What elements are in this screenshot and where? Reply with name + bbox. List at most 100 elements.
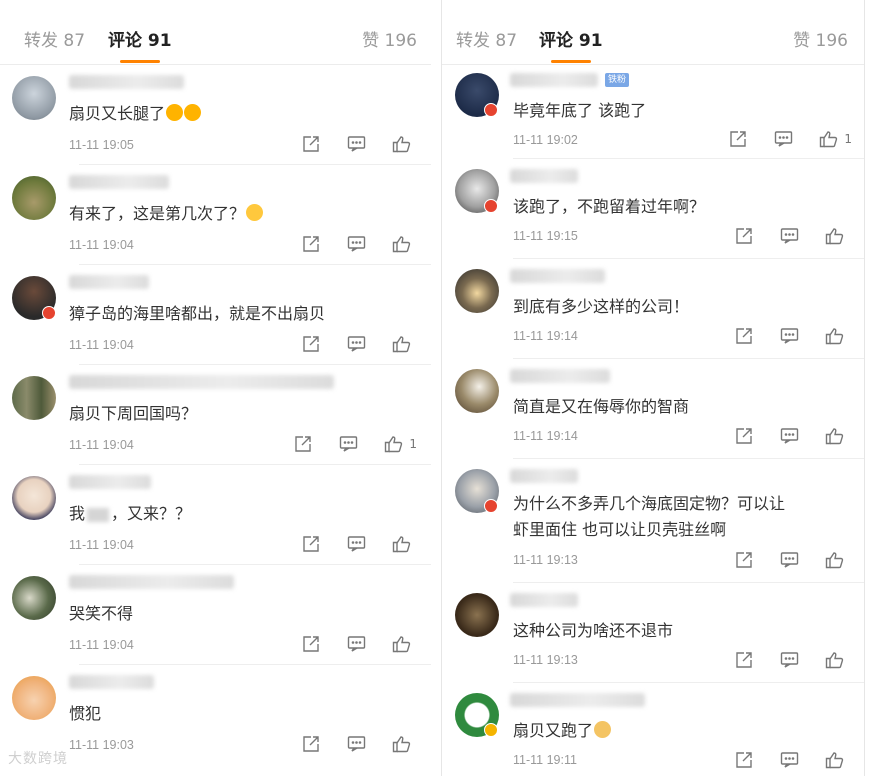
like-button[interactable] [390,733,417,755]
avatar[interactable] [12,76,56,120]
comment-icon[interactable] [345,233,367,255]
like-button[interactable] [823,549,850,571]
username-blurred[interactable] [69,375,334,389]
comment-time: 11-11 19:13 [513,653,578,667]
share-icon[interactable] [733,325,755,347]
comment-icon[interactable] [345,533,367,555]
comment-text: 扇贝又长腿了 [69,100,202,124]
comment-text-start: 我 [69,504,86,523]
comment-text: 我 ，又来？？ [69,500,191,524]
share-icon[interactable] [300,233,322,255]
username-blurred[interactable] [69,275,149,289]
comment-list: 扇贝又长腿了 11-11 19:05 有来了，这是第几次了？ 11-11 19:… [0,65,431,765]
username-blurred[interactable] [69,175,169,189]
comment-item: 扇贝又跑了 11-11 19:11 [442,683,864,776]
tab-likes[interactable]: 赞 196 [362,26,417,51]
comment-actions [733,225,850,247]
comment-time: 11-11 19:04 [69,238,134,252]
comment-icon[interactable] [345,133,367,155]
comment-item: 有来了，这是第几次了？ 11-11 19:04 [0,165,431,265]
avatar[interactable] [12,576,56,620]
comment-actions: 1 [292,433,417,455]
like-button[interactable] [823,649,850,671]
username-blurred[interactable] [510,169,578,183]
like-button[interactable] [390,133,417,155]
comment-text: 扇贝又跑了 [513,717,612,741]
avatar[interactable] [12,176,56,220]
comment-icon[interactable] [337,433,359,455]
like-icon [817,128,839,150]
like-icon [390,233,412,255]
share-icon[interactable] [300,733,322,755]
avatar[interactable] [455,369,499,413]
like-button[interactable] [390,233,417,255]
share-icon[interactable] [733,649,755,671]
username-blurred[interactable] [69,575,234,589]
active-tab-indicator [550,60,591,63]
comment-icon[interactable] [778,325,800,347]
share-icon[interactable] [733,749,755,771]
like-button[interactable] [390,333,417,355]
like-button[interactable] [390,633,417,655]
share-icon[interactable] [292,433,314,455]
username-blurred[interactable] [510,369,610,383]
share-icon[interactable] [300,333,322,355]
comment-time: 11-11 19:02 [513,133,578,147]
username-blurred[interactable] [69,475,151,489]
comment-icon[interactable] [778,425,800,447]
comment-item: 到底有多少这样的公司！ 11-11 19:14 [442,259,864,359]
tab-repost[interactable]: 转发 87 [456,26,517,51]
avatar[interactable] [12,376,56,420]
comment-time: 11-11 19:13 [513,553,578,567]
username-blurred[interactable] [510,269,605,283]
username-blurred[interactable] [510,469,578,483]
share-icon[interactable] [300,133,322,155]
like-icon [823,649,845,671]
like-button[interactable] [823,425,850,447]
username-blurred[interactable] [510,73,598,87]
comment-list: 铁粉 毕竟年底了 该跑了 11-11 19:02 1 该跑了，不跑留着过年啊？ … [442,65,864,776]
comment-icon[interactable] [345,333,367,355]
comment-icon[interactable] [345,733,367,755]
comment-icon[interactable] [778,225,800,247]
username-blurred[interactable] [69,675,154,689]
comment-item: 獐子岛的海里啥都出，就是不出扇贝 11-11 19:04 [0,265,431,365]
like-button[interactable]: 1 [817,128,852,150]
share-icon[interactable] [733,425,755,447]
like-button[interactable] [390,533,417,555]
username-blurred[interactable] [510,593,578,607]
verified-badge [484,499,498,513]
comment-icon[interactable] [778,649,800,671]
comment-actions [300,233,417,255]
avatar[interactable] [12,676,56,720]
tab-likes[interactable]: 赞 196 [793,26,848,51]
avatar[interactable] [455,269,499,313]
username-blurred[interactable] [69,75,184,89]
tab-comments[interactable]: 评论 91 [108,26,172,63]
comment-item: 扇贝又长腿了 11-11 19:05 [0,65,431,165]
tab-comments[interactable]: 评论 91 [539,26,603,63]
tab-repost[interactable]: 转发 87 [24,26,85,51]
username-blurred[interactable] [510,693,645,707]
comment-icon[interactable] [772,128,794,150]
comment-text: 这种公司为啥还不退市 [513,621,674,640]
share-icon[interactable] [300,633,322,655]
comment-time: 11-11 19:14 [513,329,578,343]
comment-icon[interactable] [778,549,800,571]
like-button[interactable] [823,225,850,247]
comment-text-content: 扇贝又长腿了 [69,104,166,123]
comment-actions [733,425,850,447]
share-icon[interactable] [733,225,755,247]
share-icon[interactable] [300,533,322,555]
avatar[interactable] [455,593,499,637]
share-icon[interactable] [733,549,755,571]
avatar[interactable] [12,476,56,520]
like-button[interactable]: 1 [382,433,417,455]
comment-text-content: 有来了，这是第几次了？ [69,204,246,223]
like-button[interactable] [823,749,850,771]
comment-actions [733,325,850,347]
comment-icon[interactable] [345,633,367,655]
comment-icon[interactable] [778,749,800,771]
share-icon[interactable] [727,128,749,150]
like-button[interactable] [823,325,850,347]
